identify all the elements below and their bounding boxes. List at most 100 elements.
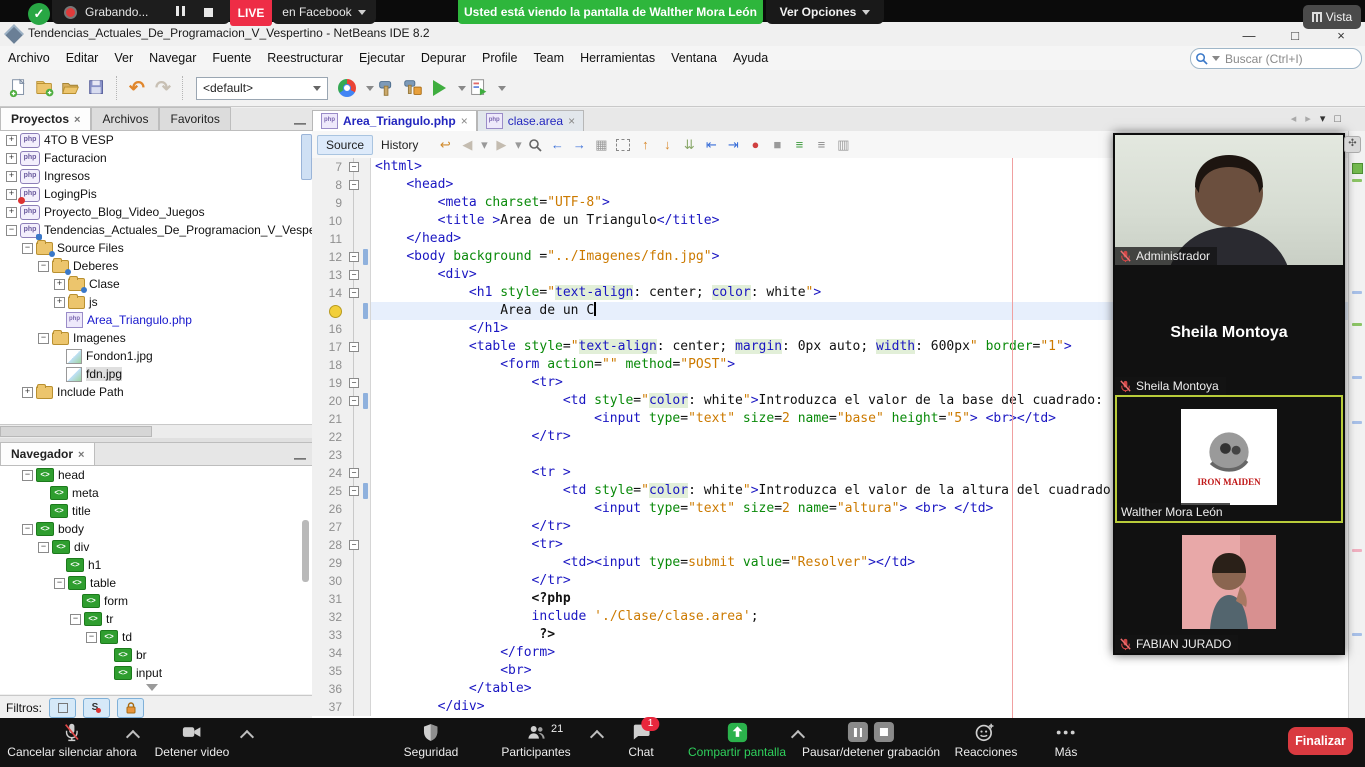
memory-icon[interactable]: ▥ [833, 135, 853, 155]
collapse-icon[interactable]: − [22, 470, 33, 481]
fold-cell[interactable]: − [346, 266, 362, 284]
browser-dropdown-icon[interactable] [366, 86, 374, 91]
redo-icon[interactable]: ↷ [150, 75, 176, 101]
run-dropdown-icon[interactable] [458, 86, 466, 91]
participant-tile-administrador[interactable]: Administrador [1115, 135, 1343, 265]
fold-collapse-icon[interactable]: − [349, 486, 359, 496]
hint-bulb-icon[interactable] [329, 305, 342, 318]
toolbar-reactions-button[interactable]: Reacciones [955, 721, 1018, 759]
vista-button[interactable]: Vista [1303, 5, 1361, 29]
fold-cell[interactable]: − [346, 248, 362, 266]
close-window-icon[interactable]: × [1332, 28, 1350, 43]
menu-reestructurar[interactable]: Reestructurar [259, 46, 351, 70]
nav-td[interactable]: −<>td [0, 628, 312, 646]
minimize-panel-icon[interactable]: — [294, 451, 306, 465]
participant-tile-walther-mora-le-n[interactable]: IRON MAIDENWalther Mora León [1115, 395, 1343, 523]
nav-body[interactable]: −<>body [0, 520, 312, 538]
menu-ventana[interactable]: Ventana [663, 46, 725, 70]
comment-icon[interactable]: ≡ [789, 135, 809, 155]
new-project-icon[interactable] [32, 75, 58, 101]
collapse-icon[interactable]: − [38, 261, 49, 272]
menu-ver[interactable]: Ver [106, 46, 141, 70]
toolbar-participants-button[interactable]: 21Participantes [501, 721, 570, 759]
non-public-members-filter-icon[interactable] [117, 698, 144, 718]
tab-archivos[interactable]: Archivos [91, 107, 159, 130]
nav-head[interactable]: −<>head [0, 466, 312, 484]
static-members-filter-icon[interactable]: S [83, 698, 110, 718]
macro-stop-icon[interactable]: ■ [767, 135, 787, 155]
nav-input[interactable]: <>input [0, 664, 312, 682]
back-dd-icon[interactable]: ▾ [479, 135, 489, 155]
open-project-icon[interactable] [58, 75, 84, 101]
fold-collapse-icon[interactable]: − [349, 180, 359, 190]
expand-icon[interactable]: + [54, 297, 65, 308]
fwd-dd-icon[interactable]: ▾ [513, 135, 523, 155]
clean-build-icon[interactable] [400, 75, 426, 101]
fold-cell[interactable]: − [346, 482, 362, 500]
uncomment-icon[interactable]: ≡ [811, 135, 831, 155]
collapse-icon[interactable]: − [6, 225, 17, 236]
menu-ayuda[interactable]: Ayuda [725, 46, 776, 70]
facebook-stream-indicator[interactable]: en Facebook [272, 0, 376, 24]
fold-cell[interactable]: − [346, 392, 362, 410]
minimize-panel-icon[interactable]: — [294, 116, 306, 130]
menu-depurar[interactable]: Depurar [413, 46, 474, 70]
forward-icon[interactable]: ▶ [491, 135, 511, 155]
error-stripe[interactable] [1348, 131, 1365, 718]
pause-recording-icon[interactable] [174, 5, 186, 19]
participant-tile-fabian-jurado[interactable]: FABIAN JURADO [1115, 523, 1343, 653]
projects-horizontal-scrollbar[interactable] [0, 424, 312, 439]
macro-start-icon[interactable]: ● [745, 135, 765, 155]
facebook-dropdown-icon[interactable] [358, 10, 366, 15]
toolbar-video-button[interactable]: Detener video [155, 721, 230, 759]
source-view-button[interactable]: Source [317, 135, 373, 155]
fold-cell[interactable]: − [346, 374, 362, 392]
find-previous-icon[interactable]: ← [547, 135, 567, 155]
nav-table[interactable]: −<>table [0, 574, 312, 592]
project-ingresos[interactable]: +phpIngresos [0, 167, 312, 185]
menu-navegar[interactable]: Navegar [141, 46, 204, 70]
new-file-icon[interactable] [6, 75, 32, 101]
toolbar-share-button[interactable]: Compartir pantalla [688, 721, 786, 759]
undo-icon[interactable]: ↶ [124, 75, 150, 101]
fold-collapse-icon[interactable]: − [349, 396, 359, 406]
nav-form[interactable]: <>form [0, 592, 312, 610]
search-input[interactable]: Buscar (Ctrl+I) [1190, 48, 1362, 69]
nav-h1[interactable]: <>h1 [0, 556, 312, 574]
minimize-window-icon[interactable]: — [1240, 28, 1258, 43]
toolbar-more-button[interactable]: Más [1055, 721, 1078, 759]
debug-dropdown-icon[interactable] [498, 86, 506, 91]
collapse-icon[interactable]: − [38, 542, 49, 553]
maximize-editor-icon[interactable]: □ [1334, 113, 1341, 125]
fold-cell[interactable]: − [346, 536, 362, 554]
nav-br[interactable]: <>br [0, 646, 312, 664]
toolbar-security-button[interactable]: Seguridad [404, 721, 459, 759]
menu-fuente[interactable]: Fuente [204, 46, 259, 70]
fold-cell[interactable]: − [346, 284, 362, 302]
collapse-icon[interactable]: − [38, 333, 49, 344]
debug-icon[interactable] [466, 75, 492, 101]
config-select[interactable]: <default> [196, 77, 328, 100]
tab-favoritos[interactable]: Favoritos [159, 107, 230, 130]
fold-cell[interactable]: − [346, 176, 362, 194]
fold-collapse-icon[interactable]: − [349, 540, 359, 550]
rectangular-selection-icon[interactable] [613, 135, 633, 155]
project-deberes[interactable]: −Deberes [0, 257, 312, 275]
build-icon[interactable] [374, 75, 400, 101]
collapse-icon[interactable]: − [22, 243, 33, 254]
editor-tab-clase-area[interactable]: phpclase.area× [477, 110, 584, 131]
fold-collapse-icon[interactable]: − [349, 162, 359, 172]
project-facturacion[interactable]: +phpFacturacion [0, 149, 312, 167]
menu-team[interactable]: Team [525, 46, 572, 70]
project-logingpis[interactable]: +phpLogingPis [0, 185, 312, 203]
fold-cell[interactable]: − [346, 158, 362, 176]
project-fdn-jpg[interactable]: fdn.jpg [0, 365, 312, 383]
last-edit-icon[interactable]: ↩ [435, 135, 455, 155]
toolbar-participants-chevron-icon[interactable] [590, 730, 604, 744]
nav-title[interactable]: <>title [0, 502, 312, 520]
project-tendencias-actuales-de-programacion-v-vespertino[interactable]: −phpTendencias_Actuales_De_Programacion_… [0, 221, 312, 239]
expand-icon[interactable]: + [6, 135, 17, 146]
navigator-vertical-scrollbar[interactable] [302, 520, 309, 582]
nav-tr[interactable]: −<>tr [0, 610, 312, 628]
tab-scroll-left-icon[interactable]: ◂ [1291, 112, 1297, 125]
